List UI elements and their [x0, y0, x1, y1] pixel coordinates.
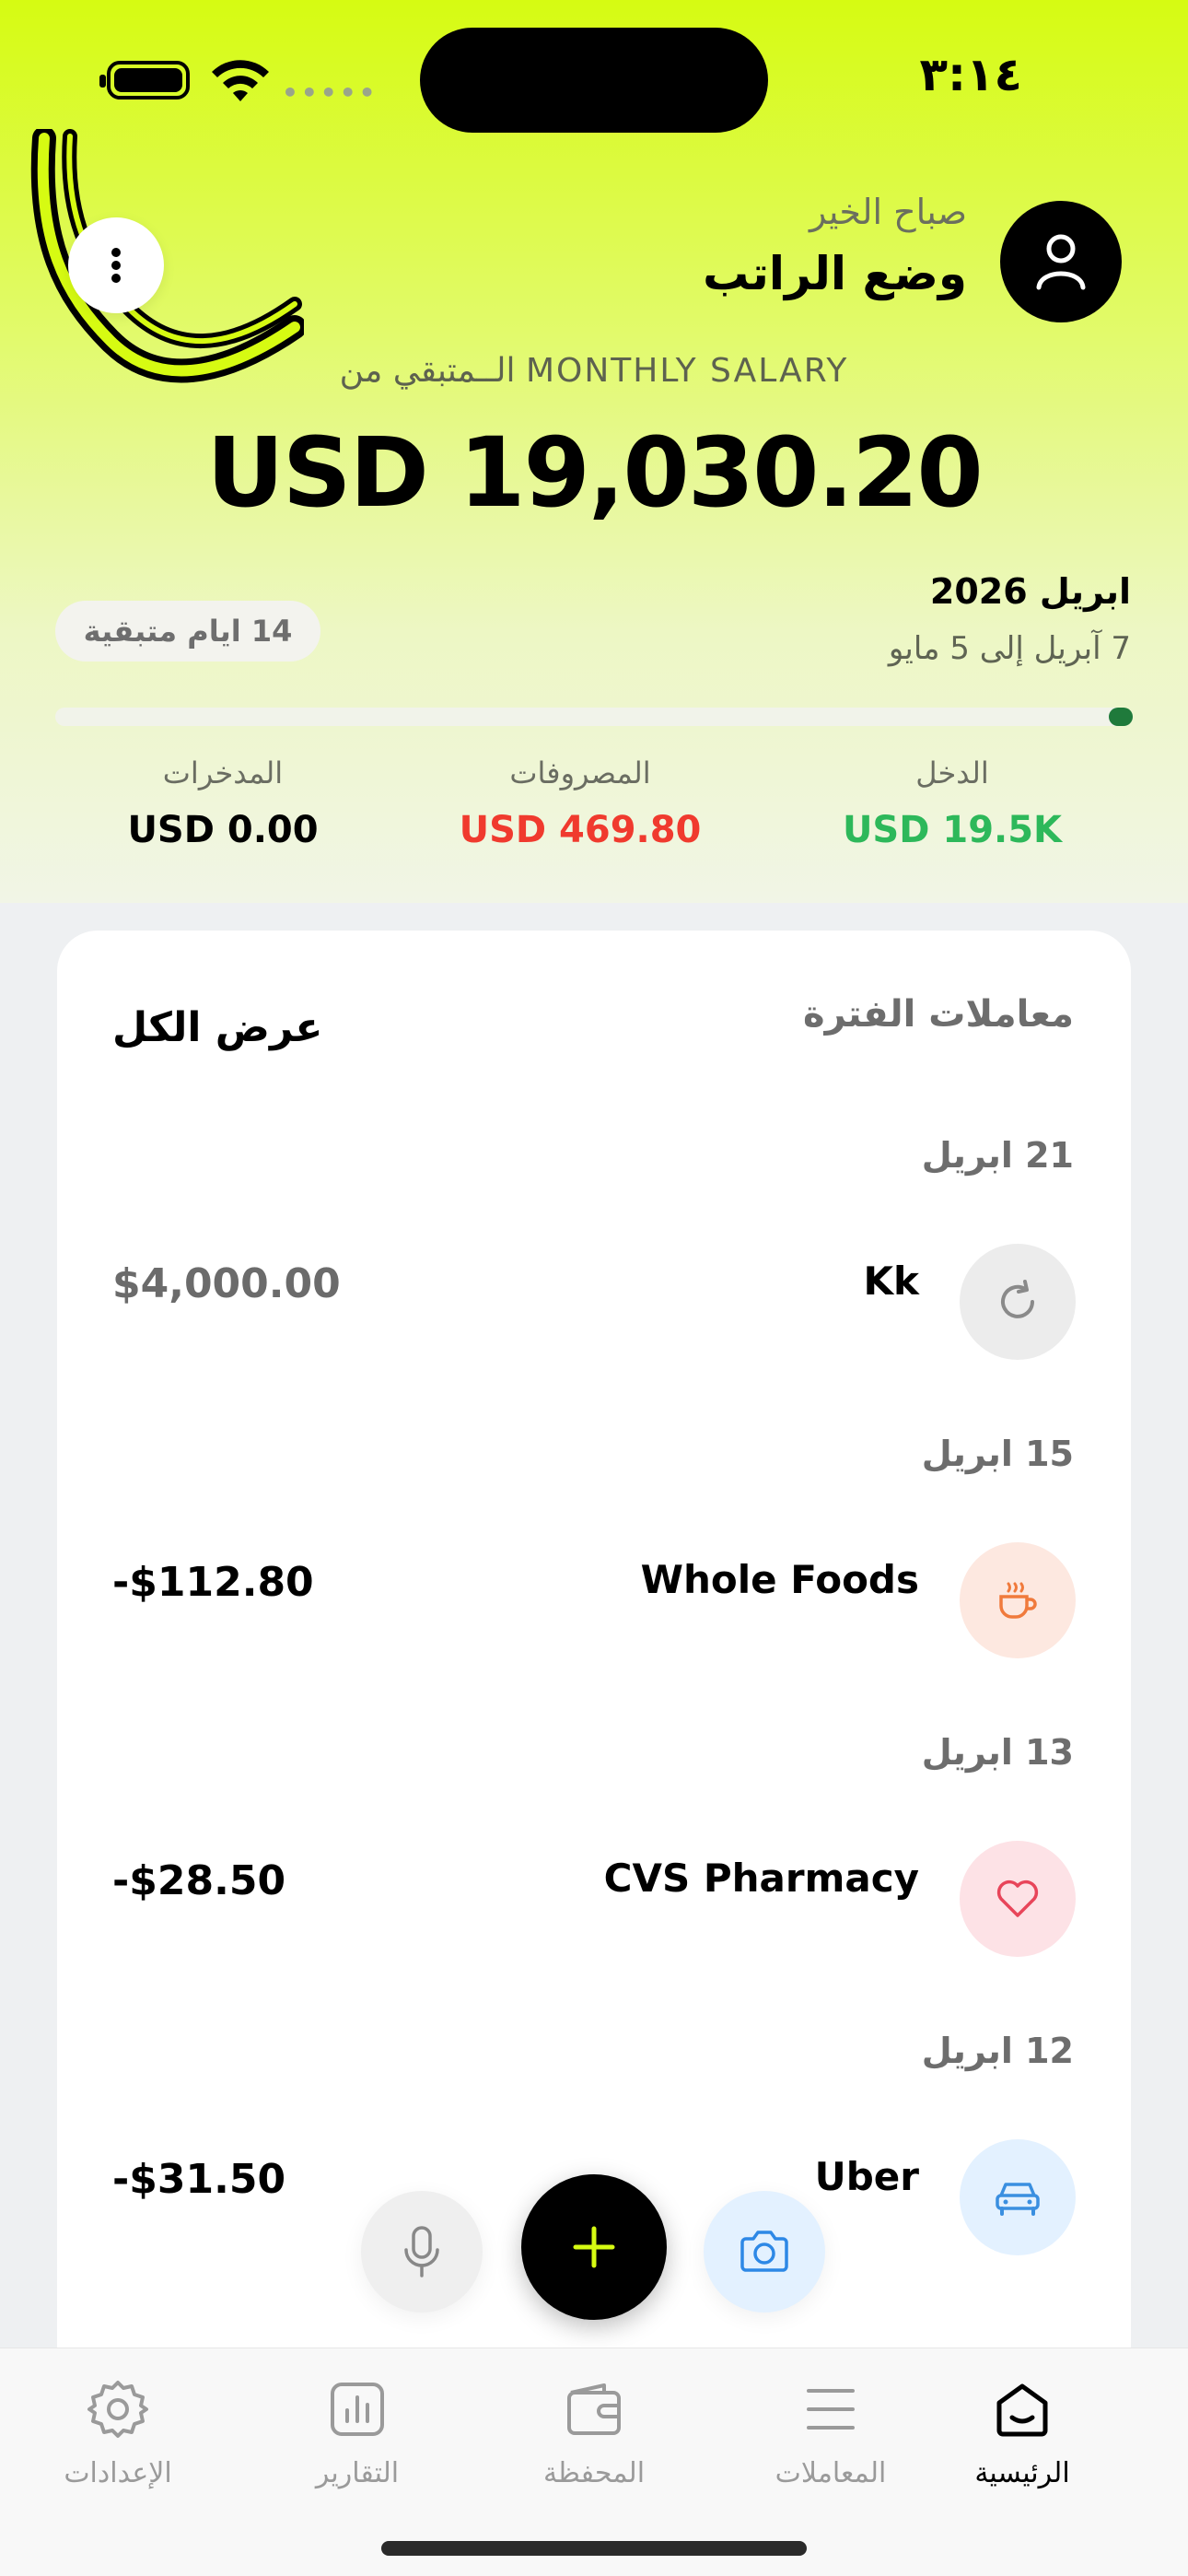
days-left-badge: 14 ايام متبقية	[55, 601, 320, 662]
coffee-cup-icon	[999, 1582, 1037, 1619]
expenses-label: المصروفات	[509, 755, 651, 790]
heart-icon	[996, 1879, 1039, 1917]
transaction-name[interactable]: Kk	[864, 1259, 919, 1304]
user-icon	[1036, 234, 1086, 290]
income-label: الدخل	[915, 755, 989, 790]
tab-reports-label: التقارير	[315, 2457, 400, 2489]
expenses-stat: المصروفات USD 469.80	[442, 755, 718, 851]
plus-icon	[573, 2226, 615, 2268]
period-progress-fill	[1109, 708, 1133, 726]
gear-icon	[87, 2381, 148, 2438]
home-indicator	[381, 2541, 807, 2556]
battery-icon	[99, 61, 190, 100]
transaction-amount: $4,000.00	[112, 1260, 341, 1307]
tab-home-label: الرئيسية	[974, 2457, 1070, 2489]
voice-input-button[interactable]	[361, 2191, 483, 2313]
tab-reports[interactable]: التقارير	[256, 2371, 459, 2489]
add-transaction-button[interactable]	[521, 2174, 667, 2320]
transaction-amount: -$112.80	[112, 1559, 314, 1606]
tab-settings-label: الإعدادات	[64, 2457, 172, 2489]
mode-title: وضع الراتب	[703, 247, 967, 300]
wifi-icon	[212, 60, 269, 101]
microphone-icon	[404, 2226, 439, 2277]
home-icon	[996, 2383, 1048, 2437]
period-range: 7 آبريل إلى 5 مايو	[888, 630, 1131, 667]
view-all-button[interactable]: عرض الكل	[112, 1004, 322, 1051]
income-value: USD 19.5K	[842, 809, 1063, 851]
bar-chart-icon	[331, 2383, 384, 2436]
remaining-balance: USD 19,030.20	[206, 416, 983, 529]
tab-home[interactable]: الرئيسية	[921, 2371, 1124, 2489]
camera-scan-button[interactable]	[704, 2191, 825, 2313]
income-stat: الدخل USD 19.5K	[814, 755, 1090, 851]
savings-value: USD 0.00	[127, 809, 319, 851]
transaction-icon	[960, 1542, 1076, 1658]
wallet-icon	[567, 2383, 621, 2435]
tab-transactions[interactable]: المعاملات	[729, 2371, 932, 2489]
date-header: 13 ابريل	[921, 1732, 1074, 1773]
tab-transactions-label: المعاملات	[775, 2457, 887, 2489]
remaining-label: الــمتبقي من MONTHLY SALARY	[339, 352, 849, 390]
list-icon	[807, 2389, 855, 2430]
camera-icon	[740, 2231, 788, 2272]
tab-wallet-label: المحفظة	[542, 2457, 646, 2489]
tab-wallet[interactable]: المحفظة	[493, 2371, 695, 2489]
savings-stat: المدخرات USD 0.00	[85, 755, 361, 851]
transaction-name[interactable]: CVS Pharmacy	[604, 1856, 919, 1901]
savings-label: المدخرات	[162, 755, 284, 790]
vertical-dots-icon	[111, 248, 121, 283]
greeting-text: صباح الخير	[809, 192, 967, 232]
transaction-icon	[960, 1841, 1076, 1957]
status-time: ٣:١٤	[919, 48, 1022, 101]
more-options-button[interactable]	[68, 217, 164, 313]
transaction-amount: -$28.50	[112, 1857, 286, 1904]
date-header: 12 ابريل	[921, 2031, 1074, 2071]
expenses-value: USD 469.80	[459, 809, 702, 851]
refresh-icon	[1001, 1280, 1034, 1318]
dynamic-island	[420, 28, 768, 133]
profile-avatar-button[interactable]	[1000, 201, 1122, 322]
tab-settings[interactable]: الإعدادات	[17, 2371, 219, 2489]
date-header: 15 ابريل	[921, 1434, 1074, 1474]
transaction-icon	[960, 1244, 1076, 1360]
status-bar: ••••• ٣:١٤	[0, 0, 1188, 138]
transaction-name[interactable]: Whole Foods	[641, 1557, 919, 1602]
period-month: ابريل 2026	[929, 571, 1131, 612]
date-header: 21 ابريل	[921, 1135, 1074, 1176]
signal-dots: •••••	[282, 77, 379, 108]
card-title: معاملات الفترة	[803, 993, 1074, 1036]
period-progress-bar	[55, 708, 1133, 726]
quick-actions	[0, 2174, 1188, 2322]
